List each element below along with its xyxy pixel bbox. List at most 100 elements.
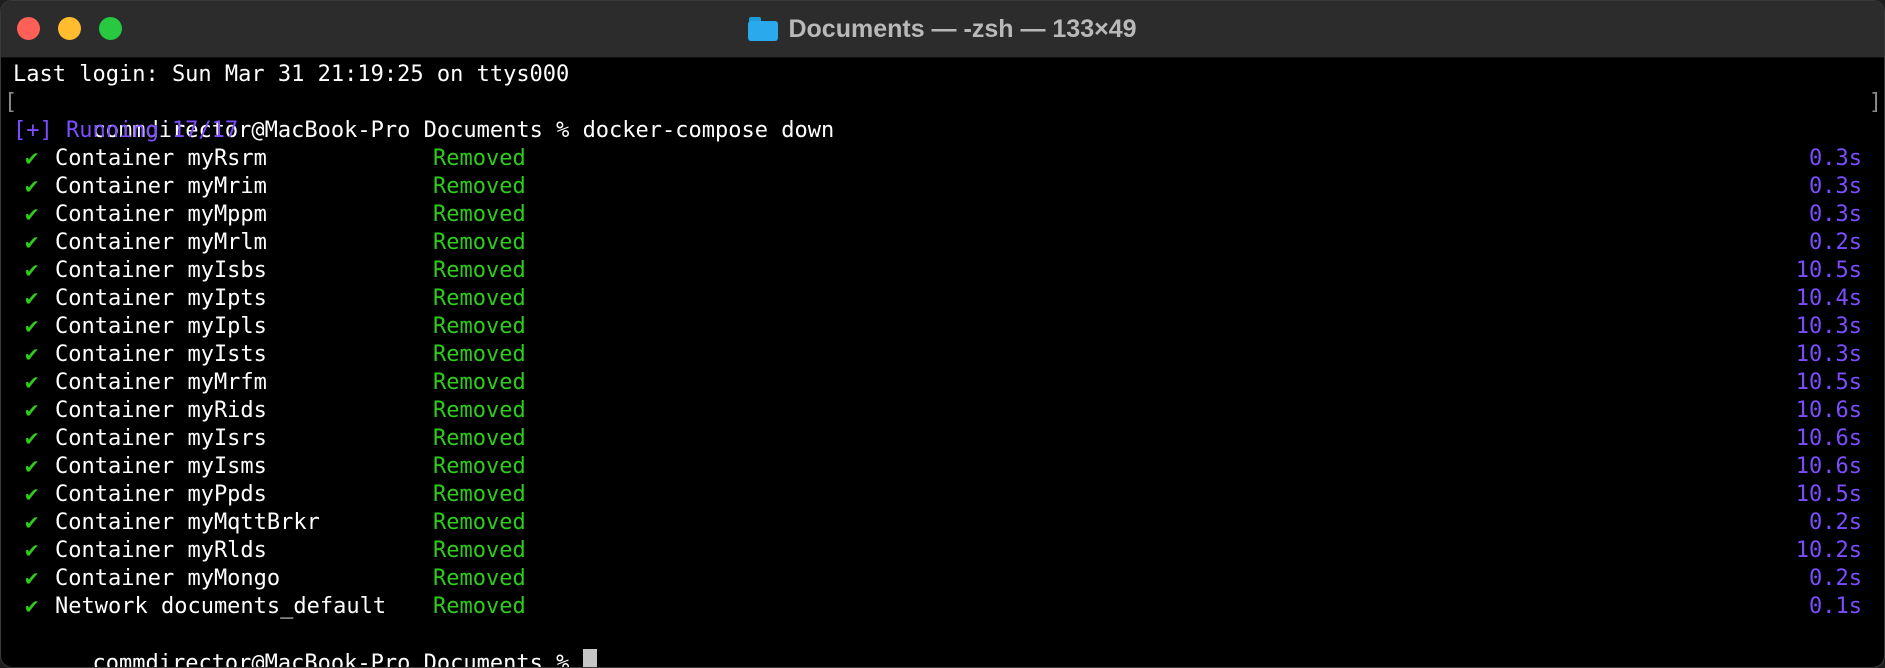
checkmark-icon: ✔ <box>25 482 39 507</box>
resource-name: Container myMppm <box>55 202 267 227</box>
removal-duration: 10.4s <box>1795 286 1862 311</box>
resource-name: Container myRlds <box>55 538 267 563</box>
removal-row: ✔ Container myRsrm Removed 0.3s <box>13 145 1862 173</box>
removal-status: Removed <box>433 202 526 227</box>
removal-row: ✔ Container myPpds Removed 10.5s <box>13 481 1862 509</box>
removal-row: ✔ Container myMppm Removed 0.3s <box>13 201 1862 229</box>
running-status-line: [+] Running 17/17 <box>13 118 239 143</box>
removal-duration: 0.3s <box>1809 146 1862 171</box>
removal-status: Removed <box>433 566 526 591</box>
checkmark-icon: ✔ <box>25 454 39 479</box>
mark-bracket-right: ] <box>1868 90 1882 115</box>
checkmark-icon: ✔ <box>25 286 39 311</box>
removal-status: Removed <box>433 426 526 451</box>
removal-duration: 10.2s <box>1795 538 1862 563</box>
removal-row: ✔ Container myIpts Removed 10.4s <box>13 285 1862 313</box>
removal-row: ✔ Container myMongo Removed 0.2s <box>13 565 1862 593</box>
removal-status: Removed <box>433 230 526 255</box>
removal-duration: 0.3s <box>1809 202 1862 227</box>
command-line: [commdirector@MacBook-Pro Documents % do… <box>4 89 1882 143</box>
window-title: Documents — -zsh — 133×49 <box>788 14 1137 43</box>
removal-status: Removed <box>433 454 526 479</box>
removal-row: ✔ Container myIsms Removed 10.6s <box>13 453 1862 481</box>
checkmark-icon: ✔ <box>25 538 39 563</box>
mark-bracket-left: [ <box>4 90 18 115</box>
removal-status: Removed <box>433 594 526 619</box>
removal-duration: 10.6s <box>1795 398 1862 423</box>
terminal-window: Documents — -zsh — 133×49 Last login: Su… <box>0 0 1885 668</box>
resource-name: Container myRids <box>55 398 267 423</box>
removal-duration: 0.2s <box>1809 566 1862 591</box>
resource-name: Container myMongo <box>55 566 281 591</box>
removal-status: Removed <box>433 510 526 535</box>
resource-name: Container myIsts <box>55 342 267 367</box>
removal-duration: 0.2s <box>1809 510 1862 535</box>
removal-duration: 10.3s <box>1795 314 1862 339</box>
checkmark-icon: ✔ <box>25 342 39 367</box>
removal-row: ✔ Container myRlds Removed 10.2s <box>13 537 1862 565</box>
removal-status: Removed <box>433 174 526 199</box>
removal-duration: 0.2s <box>1809 230 1862 255</box>
checkmark-icon: ✔ <box>25 398 39 423</box>
resource-name: Container myRsrm <box>55 146 267 171</box>
removal-row: ✔ Container myMrim Removed 0.3s <box>13 173 1862 201</box>
checkmark-icon: ✔ <box>25 510 39 535</box>
checkmark-icon: ✔ <box>25 566 39 591</box>
removal-row: ✔ Network documents_default Removed 0.1s <box>13 593 1862 621</box>
resource-name: Container myIpls <box>55 314 267 339</box>
removal-duration: 0.3s <box>1809 174 1862 199</box>
removal-duration: 10.6s <box>1795 454 1862 479</box>
terminal-output[interactable]: Last login: Sun Mar 31 21:19:25 on ttys0… <box>1 57 1884 667</box>
removal-row: ✔ Container myRids Removed 10.6s <box>13 397 1862 425</box>
final-prompt-line[interactable]: commdirector@MacBook-Pro Documents % <box>13 621 1862 667</box>
checkmark-icon: ✔ <box>25 146 39 171</box>
resource-name: Container myIpts <box>55 286 267 311</box>
resource-name: Container myIsbs <box>55 258 267 283</box>
last-login-line: Last login: Sun Mar 31 21:19:25 on ttys0… <box>13 62 570 87</box>
checkmark-icon: ✔ <box>25 314 39 339</box>
resource-name: Container myPpds <box>55 482 267 507</box>
removal-status: Removed <box>433 146 526 171</box>
resource-name: Container myMrlm <box>55 230 267 255</box>
window-title-group: Documents — -zsh — 133×49 <box>748 14 1137 44</box>
text-cursor <box>582 649 597 667</box>
resource-name: Container myIsrs <box>55 426 267 451</box>
removal-duration: 0.1s <box>1809 594 1862 619</box>
zoom-button[interactable] <box>99 17 122 40</box>
removal-row: ✔ Container myMrfm Removed 10.5s <box>13 369 1862 397</box>
checkmark-icon: ✔ <box>25 230 39 255</box>
removal-duration: 10.5s <box>1795 258 1862 283</box>
checkmark-icon: ✔ <box>25 174 39 199</box>
removal-duration: 10.5s <box>1795 482 1862 507</box>
final-prompt-text: commdirector@MacBook-Pro Documents % <box>92 651 583 668</box>
resource-name: Container myMrfm <box>55 370 267 395</box>
title-bar[interactable]: Documents — -zsh — 133×49 <box>1 1 1884 58</box>
checkmark-icon: ✔ <box>25 594 39 619</box>
removal-row: ✔ Container myIpls Removed 10.3s <box>13 313 1862 341</box>
removal-status: Removed <box>433 286 526 311</box>
checkmark-icon: ✔ <box>25 258 39 283</box>
checkmark-icon: ✔ <box>25 202 39 227</box>
removal-duration: 10.5s <box>1795 370 1862 395</box>
resource-name: Network documents_default <box>55 594 387 619</box>
resource-name: Container myMrim <box>55 174 267 199</box>
removal-row: ✔ Container myMrlm Removed 0.2s <box>13 229 1862 257</box>
removal-duration: 10.6s <box>1795 426 1862 451</box>
resource-name: Container myIsms <box>55 454 267 479</box>
folder-icon <box>748 17 779 41</box>
minimize-button[interactable] <box>58 17 81 40</box>
removal-status: Removed <box>433 370 526 395</box>
removal-status: Removed <box>433 482 526 507</box>
removal-status: Removed <box>433 258 526 283</box>
removal-row: ✔ Container myMqttBrkr Removed 0.2s <box>13 509 1862 537</box>
removal-status: Removed <box>433 538 526 563</box>
resource-name: Container myMqttBrkr <box>55 510 320 535</box>
removal-row: ✔ Container myIsrs Removed 10.6s <box>13 425 1862 453</box>
checkmark-icon: ✔ <box>25 370 39 395</box>
removal-row: ✔ Container myIsbs Removed 10.5s <box>13 257 1862 285</box>
close-button[interactable] <box>17 17 40 40</box>
removal-status: Removed <box>433 314 526 339</box>
removal-status: Removed <box>433 342 526 367</box>
removal-duration: 10.3s <box>1795 342 1862 367</box>
removal-row: ✔ Container myIsts Removed 10.3s <box>13 341 1862 369</box>
